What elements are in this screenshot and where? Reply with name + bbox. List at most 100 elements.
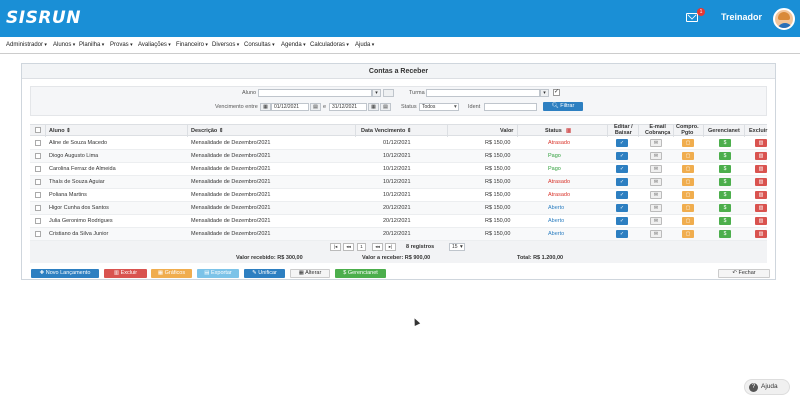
- row-checkbox[interactable]: [35, 153, 41, 159]
- date-from-picker-icon[interactable]: ▦: [260, 103, 271, 111]
- envelope-icon[interactable]: ✉: [650, 230, 662, 238]
- chevron-down-icon: ▾: [454, 104, 457, 110]
- trash-icon[interactable]: ▥: [755, 139, 767, 147]
- filtrar-button[interactable]: 🔍︎ Filtrar: [543, 102, 583, 111]
- row-checkbox[interactable]: [35, 231, 41, 237]
- menu-avaliacoes[interactable]: Avaliações: [138, 42, 171, 48]
- envelope-icon[interactable]: ✉: [650, 152, 662, 160]
- trash-icon[interactable]: ▥: [755, 230, 767, 238]
- dollar-icon[interactable]: $: [719, 139, 731, 147]
- col-vencimento[interactable]: Data Vencimento ⇕: [361, 128, 411, 134]
- dollar-icon[interactable]: $: [719, 178, 731, 186]
- receipt-icon[interactable]: ▢: [682, 191, 694, 199]
- envelope-icon[interactable]: ✉: [650, 178, 662, 186]
- receipt-icon[interactable]: ▢: [682, 230, 694, 238]
- aluno-input[interactable]: [258, 89, 372, 97]
- current-page[interactable]: 1: [357, 243, 366, 251]
- excluir-button[interactable]: ▥ Excluir: [104, 269, 147, 278]
- turma-input[interactable]: [426, 89, 540, 97]
- aluno-dropdown-button[interactable]: ▾: [372, 89, 381, 97]
- row-checkbox[interactable]: [35, 179, 41, 185]
- dollar-icon[interactable]: $: [719, 204, 731, 212]
- user-name[interactable]: Treinador: [721, 12, 762, 22]
- receipt-icon[interactable]: ▢: [682, 178, 694, 186]
- trash-icon[interactable]: ▥: [755, 152, 767, 160]
- trash-icon[interactable]: ▥: [566, 128, 571, 134]
- row-checkbox[interactable]: [35, 192, 41, 198]
- dollar-icon[interactable]: $: [719, 152, 731, 160]
- col-valor[interactable]: Valor: [500, 128, 513, 134]
- check-icon[interactable]: ✓: [616, 178, 628, 186]
- receipt-icon[interactable]: ▢: [682, 217, 694, 225]
- select-all-checkbox[interactable]: [35, 127, 41, 133]
- check-icon[interactable]: ✓: [616, 139, 628, 147]
- status-select[interactable]: Todos: [419, 103, 459, 111]
- unificar-button[interactable]: ✎ Unificar: [244, 269, 285, 278]
- graficos-button[interactable]: ▦ Gráficos: [151, 269, 192, 278]
- first-page-button[interactable]: |◂: [330, 243, 341, 251]
- check-icon[interactable]: ✓: [616, 204, 628, 212]
- calendar-icon[interactable]: ▤: [310, 103, 321, 111]
- date-to-picker-icon[interactable]: ▦: [368, 103, 379, 111]
- receipt-icon[interactable]: ▢: [682, 139, 694, 147]
- prev-page-button[interactable]: ◂◂: [343, 243, 354, 251]
- next-page-button[interactable]: ◂◂: [372, 243, 383, 251]
- menu-diversos[interactable]: Diversos: [212, 42, 239, 48]
- turma-dropdown-button[interactable]: ▾: [540, 89, 549, 97]
- check-icon[interactable]: ✓: [616, 191, 628, 199]
- alterar-button[interactable]: ▦ Alterar: [290, 269, 330, 278]
- menu-ajuda[interactable]: Ajuda: [355, 42, 374, 48]
- menu-administrador[interactable]: Administrador: [6, 42, 47, 48]
- dollar-icon[interactable]: $: [719, 230, 731, 238]
- envelope-icon[interactable]: ✉: [650, 165, 662, 173]
- row-checkbox[interactable]: [35, 166, 41, 172]
- receipt-icon[interactable]: ▢: [682, 204, 694, 212]
- trash-icon[interactable]: ▥: [755, 191, 767, 199]
- fechar-button[interactable]: ↶ Fechar: [718, 269, 770, 278]
- envelope-icon[interactable]: ✉: [650, 191, 662, 199]
- menu-financeiro[interactable]: Financeiro: [176, 42, 208, 48]
- novo-lancamento-button[interactable]: ✚ Novo Lançamento: [31, 269, 99, 278]
- last-page-button[interactable]: ▸|: [385, 243, 396, 251]
- trash-icon[interactable]: ▥: [755, 204, 767, 212]
- dollar-icon[interactable]: $: [719, 165, 731, 173]
- user-avatar[interactable]: [773, 8, 795, 30]
- menu-provas[interactable]: Provas: [110, 42, 133, 48]
- menu-consultas[interactable]: Consultas: [244, 42, 275, 48]
- exportar-button[interactable]: ▤ Exportar: [197, 269, 239, 278]
- menu-calculadoras[interactable]: Calculadoras: [310, 42, 349, 48]
- envelope-icon[interactable]: ✉: [650, 204, 662, 212]
- date-to-input[interactable]: 31/12/2021: [329, 103, 367, 111]
- trash-icon[interactable]: ▥: [755, 178, 767, 186]
- check-icon[interactable]: ✓: [616, 217, 628, 225]
- ident-input[interactable]: [484, 103, 537, 111]
- dollar-icon[interactable]: $: [719, 217, 731, 225]
- trash-icon[interactable]: ▥: [755, 165, 767, 173]
- sisrun-logo[interactable]: SISRUN: [6, 8, 81, 28]
- row-checkbox[interactable]: [35, 205, 41, 211]
- row-checkbox[interactable]: [35, 140, 41, 146]
- col-status[interactable]: Status: [545, 128, 562, 134]
- envelope-icon[interactable]: ✉: [650, 139, 662, 147]
- help-button[interactable]: ? Ajuda: [744, 379, 790, 395]
- dollar-icon[interactable]: $: [719, 191, 731, 199]
- trash-icon[interactable]: ▥: [755, 217, 767, 225]
- menu-agenda[interactable]: Agenda: [281, 42, 306, 48]
- receipt-icon[interactable]: ▢: [682, 165, 694, 173]
- date-from-input[interactable]: 01/12/2021: [271, 103, 309, 111]
- menu-planilha[interactable]: Planilha: [79, 42, 104, 48]
- check-icon[interactable]: ✓: [616, 230, 628, 238]
- aluno-clear-button[interactable]: [383, 89, 394, 97]
- calendar-icon[interactable]: ▤: [380, 103, 391, 111]
- col-aluno[interactable]: Aluno ⇕: [49, 128, 71, 134]
- row-checkbox[interactable]: [35, 218, 41, 224]
- check-icon[interactable]: ✓: [616, 152, 628, 160]
- turma-checkbox[interactable]: ✓: [553, 89, 560, 96]
- menu-alunos[interactable]: Alunos: [53, 42, 75, 48]
- check-icon[interactable]: ✓: [616, 165, 628, 173]
- gerencianet-button[interactable]: $ Gerencianet: [335, 269, 386, 278]
- receipt-icon[interactable]: ▢: [682, 152, 694, 160]
- mail-icon[interactable]: [686, 13, 698, 22]
- col-descricao[interactable]: Descrição ⇕: [191, 128, 223, 134]
- envelope-icon[interactable]: ✉: [650, 217, 662, 225]
